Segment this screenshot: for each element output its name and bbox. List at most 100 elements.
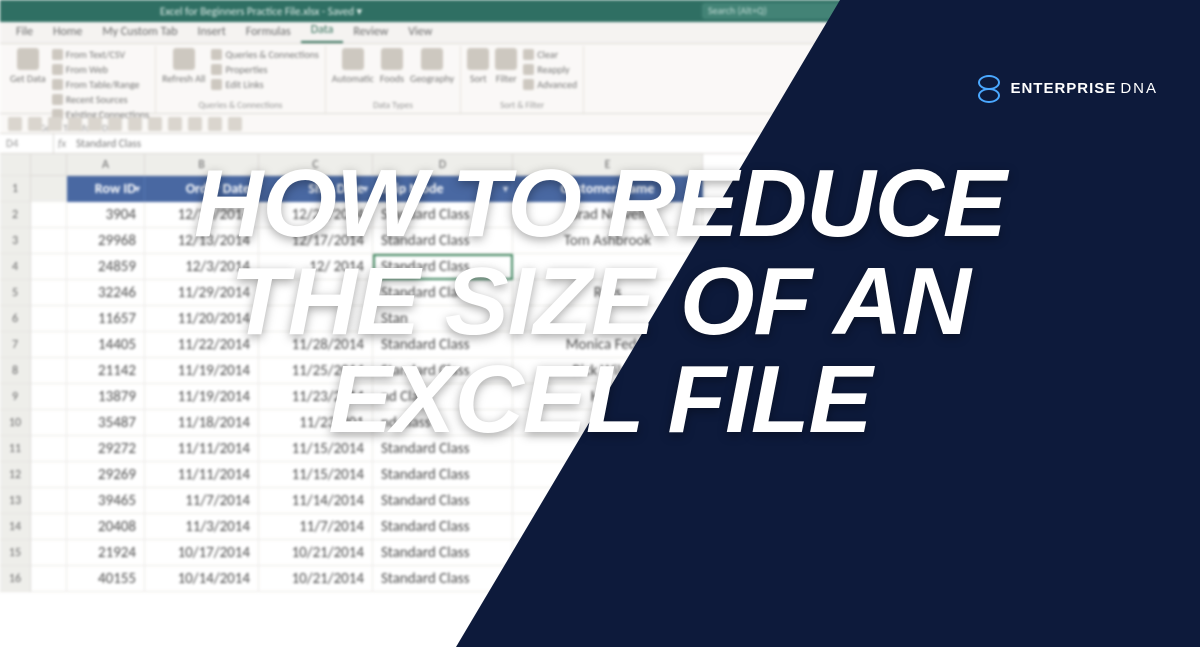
ribbon-button[interactable]: Refresh All bbox=[162, 48, 205, 85]
ribbon-button-label: Filter bbox=[496, 72, 517, 85]
formula-value[interactable]: Standard Class bbox=[70, 137, 147, 150]
tab-insert[interactable]: Insert bbox=[188, 22, 236, 43]
ribbon-item[interactable]: Advanced bbox=[523, 78, 577, 91]
file-name: Excel for Beginners Practice File.xlsx -… bbox=[160, 5, 362, 18]
ribbon-button-label: Sort bbox=[470, 72, 487, 85]
qat-icon[interactable] bbox=[128, 117, 142, 131]
headline-line-2: THE SIZE OF AN bbox=[0, 253, 1200, 351]
ribbon-icon bbox=[173, 48, 195, 70]
ribbon-item-label: Properties bbox=[225, 63, 267, 76]
ribbon-item[interactable]: Clear bbox=[523, 48, 577, 61]
ribbon-small-icon bbox=[523, 64, 534, 75]
cell[interactable] bbox=[31, 514, 67, 540]
cell[interactable]: Standard Class bbox=[373, 462, 513, 488]
qat-icon[interactable] bbox=[8, 117, 22, 131]
ribbon-small-icon bbox=[52, 49, 63, 60]
cell[interactable]: 29269 bbox=[67, 462, 145, 488]
ribbon-icon bbox=[421, 48, 443, 70]
row-number[interactable]: 13 bbox=[0, 488, 30, 514]
ribbon-small-icon bbox=[211, 64, 222, 75]
tab-my-custom-tab[interactable]: My Custom Tab bbox=[92, 22, 187, 43]
ribbon-button[interactable]: Geography bbox=[410, 48, 454, 85]
ribbon-item[interactable]: Recent Sources bbox=[52, 93, 149, 106]
ribbon-group: Get Data From Text/CSV From Web From Table/… bbox=[4, 46, 156, 113]
tab-data[interactable]: Data bbox=[301, 20, 344, 43]
cell[interactable]: 40155 bbox=[67, 566, 145, 592]
ribbon-group: Refresh All Queries & Connections Properti… bbox=[156, 46, 326, 113]
cell[interactable]: 11/14/2014 bbox=[259, 488, 373, 514]
cell[interactable] bbox=[31, 488, 67, 514]
tab-formulas[interactable]: Formulas bbox=[236, 22, 301, 43]
cell[interactable]: 21924 bbox=[67, 540, 145, 566]
ribbon-item-label: From Web bbox=[66, 63, 108, 76]
cell[interactable]: 11/15/2014 bbox=[259, 462, 373, 488]
cell[interactable]: 11/7/2014 bbox=[259, 514, 373, 540]
qat-icon[interactable] bbox=[68, 117, 82, 131]
row-number[interactable]: 12 bbox=[0, 462, 30, 488]
ribbon-button[interactable]: Foods bbox=[380, 48, 404, 85]
ribbon-item[interactable]: From Web bbox=[52, 63, 149, 76]
row-number[interactable]: 16 bbox=[0, 566, 30, 592]
tab-file[interactable]: File bbox=[6, 22, 43, 43]
cell[interactable] bbox=[31, 462, 67, 488]
tab-home[interactable]: Home bbox=[43, 22, 92, 43]
tab-view[interactable]: View bbox=[398, 22, 442, 43]
row-number[interactable]: 14 bbox=[0, 514, 30, 540]
ribbon-item[interactable]: Properties bbox=[211, 63, 318, 76]
tab-review[interactable]: Review bbox=[343, 22, 398, 43]
qat-icon[interactable] bbox=[188, 117, 202, 131]
ribbon-small-icon bbox=[211, 79, 222, 90]
ribbon-item-label: Clear bbox=[537, 48, 558, 61]
ribbon-item-label: Reapply bbox=[537, 63, 569, 76]
ribbon-item[interactable]: Queries & Connections bbox=[211, 48, 318, 61]
ribbon-item-label: From Text/CSV bbox=[66, 48, 125, 61]
ribbon-item[interactable]: Edit Links bbox=[211, 78, 318, 91]
ribbon-icon bbox=[495, 48, 517, 70]
qat-icon[interactable] bbox=[208, 117, 222, 131]
headline-line-1: HOW TO REDUCE bbox=[0, 155, 1200, 253]
ribbon-button-label: Foods bbox=[380, 72, 404, 85]
cell[interactable]: Standard Class bbox=[373, 514, 513, 540]
ribbon-group-caption: Sort & Filter bbox=[467, 98, 577, 111]
cell[interactable]: 10/21/2014 bbox=[259, 566, 373, 592]
qat-icon[interactable] bbox=[228, 117, 242, 131]
cell[interactable]: 10/17/2014 bbox=[145, 540, 259, 566]
qat-icon[interactable] bbox=[88, 117, 102, 131]
fx-icon[interactable]: fx bbox=[54, 137, 70, 150]
row-number[interactable]: 15 bbox=[0, 540, 30, 566]
cell[interactable]: 10/21/2014 bbox=[259, 540, 373, 566]
enterprise-dna-logo: ENTERPRISEDNA bbox=[978, 75, 1158, 103]
ribbon-icon bbox=[342, 48, 364, 70]
cell[interactable] bbox=[31, 540, 67, 566]
ribbon-button[interactable]: Sort bbox=[467, 48, 489, 85]
ribbon-button-label: Refresh All bbox=[162, 72, 205, 85]
ribbon-item-label: Edit Links bbox=[225, 78, 263, 91]
qat-icon[interactable] bbox=[28, 117, 42, 131]
cell[interactable] bbox=[31, 566, 67, 592]
ribbon-button[interactable]: Filter bbox=[495, 48, 517, 85]
ribbon-item[interactable]: Reapply bbox=[523, 63, 577, 76]
cell[interactable]: 39465 bbox=[67, 488, 145, 514]
ribbon-item-label: Advanced bbox=[537, 78, 577, 91]
cell[interactable]: 10/14/2014 bbox=[145, 566, 259, 592]
qat-icon[interactable] bbox=[148, 117, 162, 131]
cell[interactable]: 11/7/2014 bbox=[145, 488, 259, 514]
ribbon-button[interactable]: Automatic bbox=[332, 48, 374, 85]
ribbon-icon bbox=[467, 48, 489, 70]
cell[interactable]: 11/3/2014 bbox=[145, 514, 259, 540]
cell[interactable]: 20408 bbox=[67, 514, 145, 540]
qat-icon[interactable] bbox=[48, 117, 62, 131]
ribbon-group: Sort Filter Clear Reapply Advanced Sort & Fil… bbox=[461, 46, 584, 113]
name-box[interactable]: D4 bbox=[0, 134, 54, 153]
qat-icon[interactable] bbox=[108, 117, 122, 131]
ribbon-button[interactable]: Get Data bbox=[10, 48, 46, 85]
ribbon-button-label: Automatic bbox=[332, 72, 374, 85]
headline-line-3: EXCEL FILE bbox=[0, 351, 1200, 449]
qat-icon[interactable] bbox=[168, 117, 182, 131]
ribbon-item[interactable]: From Text/CSV bbox=[52, 48, 149, 61]
cell[interactable]: Standard Class bbox=[373, 540, 513, 566]
cell[interactable]: Standard Class bbox=[373, 488, 513, 514]
ribbon-button-label: Get Data bbox=[10, 72, 46, 85]
cell[interactable]: 11/11/2014 bbox=[145, 462, 259, 488]
ribbon-item[interactable]: From Table/Range bbox=[52, 78, 149, 91]
